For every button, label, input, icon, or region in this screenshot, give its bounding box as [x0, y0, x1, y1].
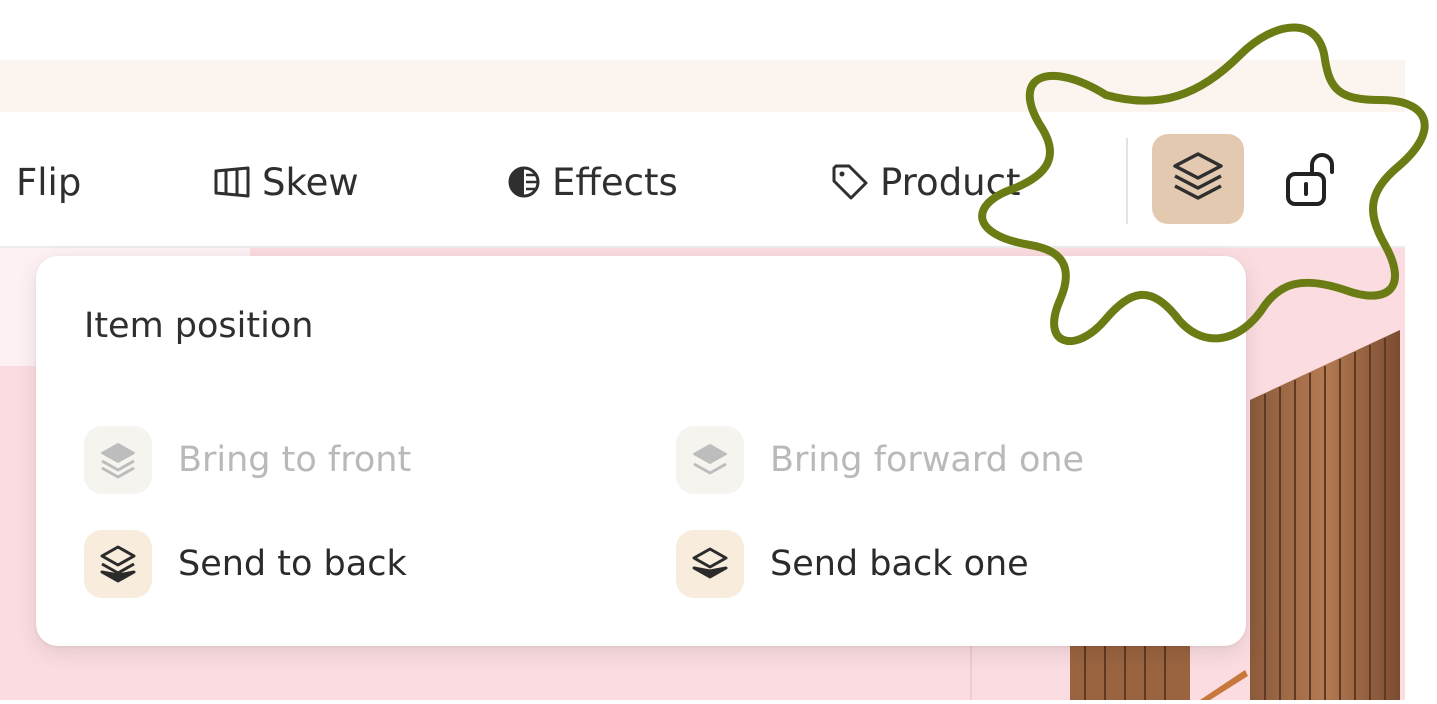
- send-back-one-label: Send back one: [770, 544, 1029, 584]
- layers-icon: [1169, 148, 1227, 210]
- effects-button[interactable]: Effects: [506, 156, 678, 208]
- bring-forward-one-option[interactable]: Bring forward one: [676, 426, 1084, 494]
- toolbar-divider: [1126, 138, 1128, 224]
- popover-title: Item position: [84, 306, 314, 346]
- send-to-back-option[interactable]: Send to back: [84, 530, 407, 598]
- skew-label: Skew: [262, 160, 359, 204]
- layers-backward-icon: [676, 530, 744, 598]
- effects-icon: [506, 164, 542, 200]
- skew-icon: [212, 165, 252, 199]
- send-back-one-option[interactable]: Send back one: [676, 530, 1029, 598]
- bring-to-front-label: Bring to front: [178, 440, 412, 480]
- unlocked-padlock-icon: [1284, 150, 1340, 212]
- lock-button[interactable]: [1280, 148, 1344, 214]
- tag-icon: [830, 162, 870, 202]
- send-to-back-label: Send to back: [178, 544, 407, 584]
- bring-forward-one-label: Bring forward one: [770, 440, 1085, 480]
- product-button[interactable]: Product: [830, 156, 1020, 208]
- flip-label: Flip: [16, 160, 82, 204]
- top-banner-strip: [0, 60, 1405, 112]
- bring-to-front-option[interactable]: Bring to front: [84, 426, 411, 494]
- layers-forward-icon: [676, 426, 744, 494]
- skew-button[interactable]: Skew: [212, 156, 359, 208]
- layers-button[interactable]: [1152, 134, 1244, 224]
- layers-top-icon: [84, 426, 152, 494]
- item-position-popover: Item position Bring to front Bring forwa…: [36, 256, 1246, 646]
- effects-label: Effects: [552, 160, 678, 204]
- flip-button[interactable]: Flip: [16, 156, 81, 208]
- product-label: Product: [880, 160, 1021, 204]
- layers-bottom-icon: [84, 530, 152, 598]
